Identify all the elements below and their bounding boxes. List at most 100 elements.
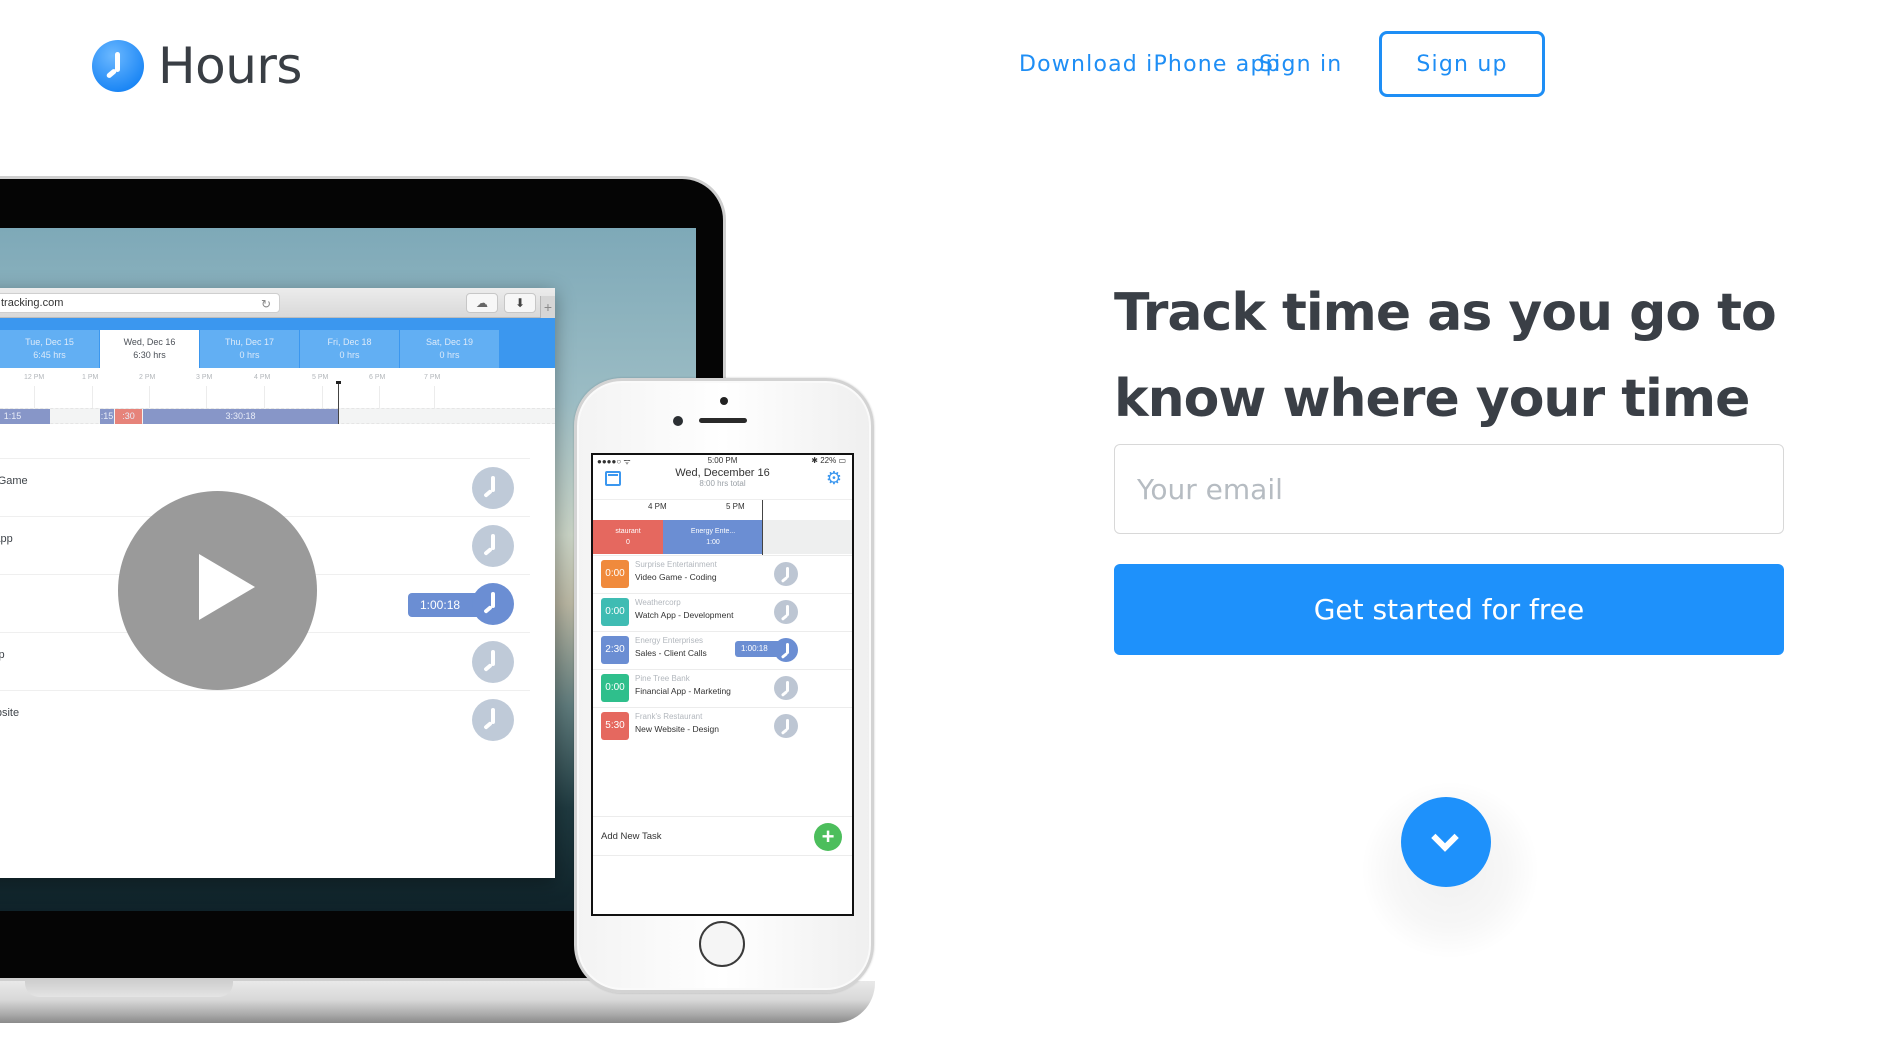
brand-name: Hours <box>158 37 302 95</box>
day-tab[interactable]: Thu, Dec 17 0 hrs <box>200 330 299 368</box>
day-tab[interactable]: Fri, Dec 18 0 hrs <box>300 330 399 368</box>
clock-icon[interactable] <box>472 641 514 683</box>
gear-icon[interactable]: ⚙ <box>826 468 842 489</box>
clock-icon[interactable] <box>774 600 798 624</box>
timeline-segment[interactable]: 1:15 <box>0 409 50 424</box>
task-duration-badge: 0:00 <box>601 598 629 626</box>
downloads-icon[interactable]: ⬇ <box>504 293 536 313</box>
timeline-tick-label: 3 PM <box>196 374 213 381</box>
day-tab-hours: 0 hrs <box>439 350 460 360</box>
battery-icon: ✱ 22% ▭ <box>811 456 846 465</box>
browser-toolbar: tracking.com ↻ ☁ ⬇ + <box>0 288 555 318</box>
timeline-tick <box>149 386 150 408</box>
timeline-tick <box>434 386 435 408</box>
add-task-plus-icon[interactable]: + <box>814 823 842 851</box>
task-title: Sales - Client Calls <box>635 648 707 658</box>
icloud-tabs-icon[interactable]: ☁ <box>466 293 498 313</box>
timeline-segment[interactable]: 3:30:18 <box>143 409 338 424</box>
timeline-tick-label: 5 PM <box>312 374 329 381</box>
phone-screen: ●●●●○ ᯤ 5:00 PM ✱ 22% ▭ Wed, December 16… <box>591 453 854 916</box>
clock-hand <box>491 650 495 666</box>
clock-hand <box>491 592 495 608</box>
task-row: lew Website <box>0 690 530 748</box>
phone-timeline-segment[interactable]: staurant 0 <box>593 520 663 554</box>
play-icon <box>199 554 255 620</box>
clock-icon[interactable] <box>774 676 798 700</box>
timeline-segment[interactable]: :15 <box>100 409 114 424</box>
day-tab[interactable]: Sat, Dec 19 0 hrs <box>400 330 499 368</box>
day-tab-hours: 0 hrs <box>239 350 260 360</box>
get-started-button[interactable]: Get started for free <box>1114 564 1784 655</box>
desktop-timeline: 11 AM12 PM1 PM2 PM3 PM4 PM5 PM6 PM7 PM1:… <box>0 368 555 458</box>
task-client: Weathercorp <box>635 598 681 607</box>
day-tab-label: Tue, Dec 15 <box>25 337 74 347</box>
timeline-tick-label: 6 PM <box>369 374 386 381</box>
task-client: Pine Tree Bank <box>635 674 690 683</box>
clock-hand <box>483 663 493 672</box>
task-title: New Website - Design <box>635 724 719 734</box>
url-text: tracking.com <box>1 297 64 309</box>
clock-hand <box>780 690 789 697</box>
phone-timeline: 4 PM 5 PM staurant 0 Energy Ente... 1:00 <box>593 499 852 556</box>
add-new-task-row[interactable]: Add New Task + <box>593 816 852 856</box>
day-tab-label: Sat, Dec 19 <box>425 337 474 347</box>
clock-icon[interactable] <box>472 699 514 741</box>
email-input[interactable] <box>1114 444 1784 534</box>
clock-hand <box>491 476 495 492</box>
play-video-button[interactable] <box>118 491 317 690</box>
clock-icon[interactable] <box>774 638 798 662</box>
calendar-icon[interactable] <box>605 471 621 486</box>
hero-heading-line1: Track time as you go to <box>1114 283 1777 343</box>
segment-label: Energy Ente... <box>690 528 736 535</box>
task-name: ncial App <box>0 649 5 661</box>
day-tabs: Tue, Dec 15 6:45 hrs Wed, Dec 16 6:30 hrs Th… <box>0 318 555 368</box>
phone-header: Wed, December 16 8:00 hrs total ⚙ <box>593 467 852 499</box>
phone-camera <box>673 416 683 426</box>
phone-timeline-segment[interactable]: Energy Ente... 1:00 <box>663 520 763 554</box>
task-title: Video Game - Coding <box>635 572 717 582</box>
sign-up-button[interactable]: Sign up <box>1379 31 1545 97</box>
home-button <box>699 921 745 967</box>
phone-task-row[interactable]: 2:30 Energy Enterprises Sales - Client Cal… <box>593 631 852 669</box>
task-duration-badge: 2:30 <box>601 636 629 664</box>
add-new-task-label: Add New Task <box>601 831 662 842</box>
day-tab-label: Wed, Dec 16 <box>123 337 176 347</box>
clock-logo-icon <box>92 40 144 92</box>
phone-task-row[interactable]: 5:30 Frank's Restaurant New Website - Desi… <box>593 707 852 745</box>
phone-task-row[interactable]: 0:00 Weathercorp Watch App - Development <box>593 593 852 631</box>
phone-speaker <box>699 418 747 423</box>
browser-window: tracking.com ↻ ☁ ⬇ + Tue, Dec 15 6:45 hrs… <box>0 288 555 878</box>
download-iphone-app-link[interactable]: Download iPhone app <box>1019 52 1281 77</box>
task-title: Watch App - Development <box>635 610 734 620</box>
timeline-tick <box>34 386 35 408</box>
reload-icon[interactable]: ↻ <box>261 295 271 313</box>
phone-task-row[interactable]: 0:00 Surprise Entertainment Video Game - C… <box>593 555 852 593</box>
day-tab[interactable]: Wed, Dec 16 6:30 hrs <box>100 330 199 368</box>
task-client: Frank's Restaurant <box>635 712 703 721</box>
timeline-tick <box>379 386 380 408</box>
clock-icon[interactable] <box>472 525 514 567</box>
task-name: Watch App <box>0 533 13 545</box>
laptop-notch <box>25 981 233 997</box>
logo[interactable]: Hours <box>92 37 302 95</box>
segment-duration: 1:00 <box>706 539 720 546</box>
current-time-line <box>338 382 339 424</box>
scroll-down-button[interactable] <box>1401 797 1491 887</box>
phone-current-time-line <box>762 500 763 556</box>
new-tab-icon[interactable]: + <box>540 296 555 318</box>
clock-icon[interactable] <box>472 467 514 509</box>
clock-icon[interactable] <box>472 583 514 625</box>
phone-task-row[interactable]: 0:00 Pine Tree Bank Financial App - Market… <box>593 669 852 707</box>
clock-icon[interactable] <box>774 714 798 738</box>
clock-hand <box>780 728 789 735</box>
iphone-mockup: ●●●●○ ᯤ 5:00 PM ✱ 22% ▭ Wed, December 16… <box>574 378 874 993</box>
day-tab-label: Fri, Dec 18 <box>327 337 372 347</box>
day-tab[interactable]: Tue, Dec 15 6:45 hrs <box>0 330 99 368</box>
sign-in-link[interactable]: Sign in <box>1259 52 1342 77</box>
timeline-segment[interactable]: :30 <box>115 409 142 424</box>
chevron-down-icon <box>1431 824 1459 852</box>
phone-timeline-tick-label: 5 PM <box>726 502 745 511</box>
clock-icon[interactable] <box>774 562 798 586</box>
timeline-tick <box>206 386 207 408</box>
url-field[interactable]: tracking.com ↻ <box>0 293 280 313</box>
